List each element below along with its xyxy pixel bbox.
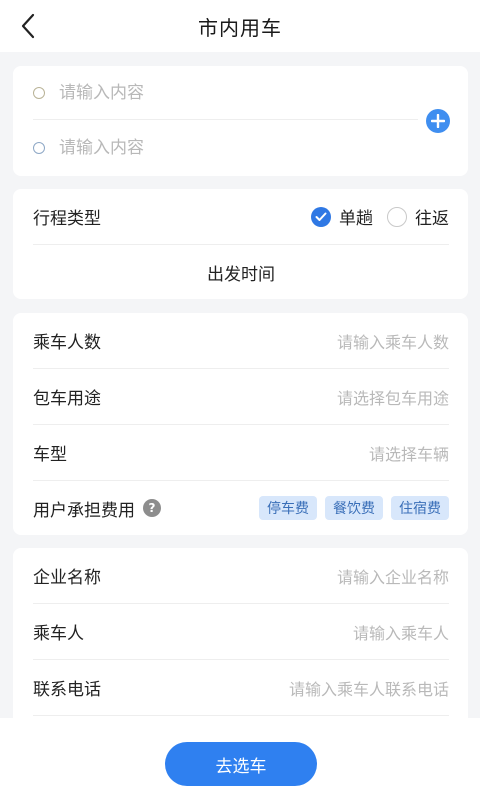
tag-parking-fee[interactable]: 停车费 — [259, 496, 317, 520]
depart-time-row[interactable]: 出发时间 — [33, 245, 449, 299]
car-type-label: 车型 — [33, 445, 67, 465]
contact-phone-placeholder: 请输入乘车人联系电话 — [288, 679, 449, 699]
option-one-way-label: 单趟 — [339, 209, 373, 229]
passenger-card: 乘车人数 请输入乘车人数 包车用途 请选择包车用途 车型 请选择车辆 用户承担费… — [13, 313, 468, 535]
charter-purpose-placeholder: 请选择包车用途 — [336, 388, 449, 408]
back-arrow-icon — [21, 13, 35, 39]
charter-purpose-label: 包车用途 — [33, 389, 101, 409]
trip-type-label: 行程类型 — [33, 209, 101, 229]
option-one-way[interactable]: 单趟 — [311, 204, 373, 229]
depart-time-label: 出发时间 — [207, 264, 275, 285]
trip-card: 行程类型 单趟 往返 出发时间 — [13, 189, 468, 299]
fee-tags: 停车费 餐饮费 住宿费 — [251, 496, 449, 520]
car-type-row[interactable]: 车型 请选择车辆 — [33, 425, 449, 481]
company-name-label: 企业名称 — [33, 568, 101, 588]
start-dot-icon — [33, 86, 45, 99]
bottom-bar: 去选车 — [0, 718, 480, 800]
company-card: 企业名称 请输入企业名称 乘车人 请输入乘车人 联系电话 请输入乘车人联系电话 — [13, 548, 468, 728]
trip-type-row: 行程类型 单趟 往返 — [33, 189, 449, 245]
passenger-name-row[interactable]: 乘车人 请输入乘车人 — [33, 604, 449, 660]
check-icon — [315, 212, 327, 221]
start-location-row — [33, 66, 418, 120]
passenger-count-label: 乘车人数 — [33, 333, 101, 353]
end-location-input[interactable] — [59, 138, 359, 158]
user-fees-label: 用户承担费用 — [33, 500, 135, 521]
trip-type-options: 单趟 往返 — [297, 204, 449, 229]
end-location-row — [33, 121, 418, 175]
car-type-placeholder: 请选择车辆 — [368, 444, 449, 464]
company-name-placeholder: 请输入企业名称 — [336, 567, 449, 587]
company-name-row[interactable]: 企业名称 请输入企业名称 — [33, 548, 449, 604]
app-header: 市内用车 — [0, 0, 480, 52]
back-button[interactable] — [14, 12, 42, 40]
option-round-trip[interactable]: 往返 — [387, 204, 449, 229]
checked-circle-icon — [311, 206, 331, 227]
add-stop-button[interactable] — [426, 109, 450, 133]
option-round-trip-label: 往返 — [415, 209, 449, 229]
select-car-button[interactable]: 去选车 — [165, 742, 317, 786]
question-icon[interactable]: ? — [143, 499, 161, 517]
passenger-count-row[interactable]: 乘车人数 请输入乘车人数 — [33, 313, 449, 369]
plus-icon — [431, 114, 445, 128]
end-dot-icon — [33, 142, 45, 154]
unchecked-circle-icon — [387, 206, 407, 227]
start-location-input[interactable] — [59, 82, 359, 103]
passenger-name-placeholder: 请输入乘车人 — [352, 623, 449, 643]
tag-lodging-fee[interactable]: 住宿费 — [391, 496, 449, 520]
contact-phone-row[interactable]: 联系电话 请输入乘车人联系电话 — [33, 660, 449, 716]
user-fees-row: 用户承担费用 ? 停车费 餐饮费 住宿费 — [33, 481, 449, 535]
page-title: 市内用车 — [198, 15, 282, 40]
user-fees-label-wrap: 用户承担费用 ? — [33, 496, 161, 521]
contact-phone-label: 联系电话 — [33, 680, 101, 700]
passenger-count-placeholder: 请输入乘车人数 — [336, 332, 449, 352]
passenger-name-label: 乘车人 — [33, 624, 84, 644]
charter-purpose-row[interactable]: 包车用途 请选择包车用途 — [33, 369, 449, 425]
tag-meal-fee[interactable]: 餐饮费 — [325, 496, 383, 520]
route-card — [13, 66, 468, 176]
